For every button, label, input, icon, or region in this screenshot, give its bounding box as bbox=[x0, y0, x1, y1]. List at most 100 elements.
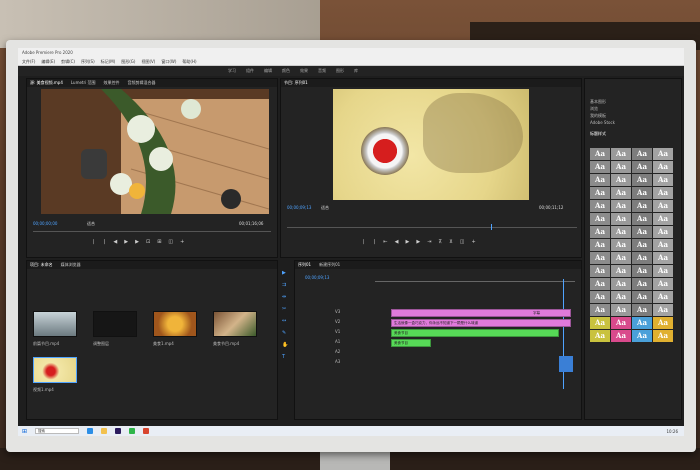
title-style-tile[interactable]: Aa bbox=[611, 174, 631, 186]
type-tool-icon[interactable]: T bbox=[282, 354, 290, 360]
taskbar-search[interactable]: 搜索 bbox=[35, 428, 80, 434]
mark-in-icon[interactable]: ❘ bbox=[361, 239, 365, 245]
title-style-tile[interactable]: Aa bbox=[653, 213, 673, 225]
step-back-icon[interactable]: ◀ bbox=[395, 239, 399, 245]
effect-controls-tab[interactable]: 效果控件 bbox=[104, 79, 120, 87]
title-style-tile[interactable]: Aa bbox=[611, 317, 631, 329]
timeline-tab-2[interactable]: 新建序列01 bbox=[319, 261, 340, 269]
title-style-tile[interactable]: Aa bbox=[611, 213, 631, 225]
mark-in-icon[interactable]: ❘ bbox=[91, 239, 95, 245]
title-style-tile[interactable]: Aa bbox=[611, 278, 631, 290]
source-tab[interactable]: 源: 美食视频.mp4 bbox=[30, 79, 63, 87]
track-header[interactable]: V3 bbox=[335, 309, 340, 314]
title-style-tile[interactable]: Aa bbox=[632, 317, 652, 329]
timeline-clip[interactable]: 美食节目 bbox=[391, 329, 559, 337]
title-style-tile[interactable]: Aa bbox=[653, 200, 673, 212]
media-browser-tab[interactable]: 媒体浏览器 bbox=[61, 261, 81, 269]
project-item-thumb[interactable] bbox=[213, 311, 257, 337]
program-playhead[interactable] bbox=[491, 224, 492, 230]
title-style-tile[interactable]: Aa bbox=[611, 265, 631, 277]
title-style-tile[interactable]: Aa bbox=[590, 200, 610, 212]
hand-tool-icon[interactable]: ✋ bbox=[282, 342, 290, 348]
title-style-tile[interactable]: Aa bbox=[632, 265, 652, 277]
menu-item[interactable]: 视图(V) bbox=[141, 57, 155, 65]
title-style-tile[interactable]: Aa bbox=[611, 226, 631, 238]
ripple-tool-icon[interactable]: ⇹ bbox=[282, 294, 290, 300]
title-style-tile[interactable]: Aa bbox=[632, 304, 652, 316]
graphics-item[interactable]: 基本图形 bbox=[590, 98, 615, 105]
title-style-tile[interactable]: Aa bbox=[632, 213, 652, 225]
title-style-tile[interactable]: Aa bbox=[653, 278, 673, 290]
track-header[interactable]: A1 bbox=[335, 339, 340, 344]
overwrite-icon[interactable]: ⊞ bbox=[157, 239, 161, 245]
title-style-tile[interactable]: Aa bbox=[590, 291, 610, 303]
step-forward-icon[interactable]: ▶ bbox=[135, 239, 139, 245]
premiere-icon[interactable] bbox=[115, 428, 122, 434]
mark-out-icon[interactable]: ❘ bbox=[102, 239, 106, 245]
timeline-tab[interactable]: 序列01 bbox=[298, 261, 311, 269]
source-fit[interactable]: 适合 bbox=[87, 221, 95, 227]
workspace-tab[interactable]: 组件 bbox=[246, 66, 254, 76]
razor-tool-icon[interactable]: ✂ bbox=[282, 306, 290, 312]
add-icon[interactable]: + bbox=[471, 239, 475, 245]
graphics-item[interactable]: Adobe Stock bbox=[590, 119, 615, 126]
timeline-clip[interactable]: 字幕 bbox=[391, 309, 571, 317]
program-fit[interactable]: 适合 bbox=[321, 205, 329, 211]
go-out-icon[interactable]: ⇥ bbox=[427, 239, 431, 245]
workspace-tab[interactable]: 库 bbox=[354, 66, 358, 76]
title-style-tile[interactable]: Aa bbox=[632, 278, 652, 290]
menu-item[interactable]: 标记(M) bbox=[101, 57, 116, 65]
project-item-thumb-selected[interactable] bbox=[33, 357, 77, 383]
workspace-tab[interactable]: 效果 bbox=[300, 66, 308, 76]
office-icon[interactable] bbox=[143, 428, 150, 434]
folder-icon[interactable] bbox=[101, 428, 108, 434]
title-style-tile[interactable]: Aa bbox=[632, 252, 652, 264]
title-style-tile[interactable]: Aa bbox=[653, 161, 673, 173]
lumetri-tab[interactable]: Lumetri 范围 bbox=[71, 79, 96, 87]
menu-item[interactable]: 剪辑(C) bbox=[61, 57, 75, 65]
title-style-tile[interactable]: Aa bbox=[653, 148, 673, 160]
title-style-tile[interactable]: Aa bbox=[611, 330, 631, 342]
export-frame-icon[interactable]: ◫ bbox=[168, 239, 173, 245]
insert-icon[interactable]: ⊡ bbox=[146, 239, 150, 245]
workspace-tab[interactable]: 学习 bbox=[228, 66, 236, 76]
workspace-tab[interactable]: 音频 bbox=[318, 66, 326, 76]
title-style-tile[interactable]: Aa bbox=[611, 200, 631, 212]
go-in-icon[interactable]: ⇤ bbox=[383, 239, 387, 245]
title-style-tile[interactable]: Aa bbox=[653, 317, 673, 329]
title-style-tile[interactable]: Aa bbox=[653, 174, 673, 186]
title-style-tile[interactable]: Aa bbox=[590, 213, 610, 225]
timeline-playhead[interactable] bbox=[563, 279, 564, 389]
export-frame-icon[interactable]: ◫ bbox=[460, 239, 465, 245]
title-style-tile[interactable]: Aa bbox=[590, 174, 610, 186]
track-header[interactable]: V2 bbox=[335, 319, 340, 324]
title-style-tile[interactable]: Aa bbox=[611, 187, 631, 199]
title-style-tile[interactable]: Aa bbox=[632, 239, 652, 251]
time-ruler[interactable] bbox=[375, 281, 575, 282]
title-style-tile[interactable]: Aa bbox=[653, 187, 673, 199]
title-style-tile[interactable]: Aa bbox=[590, 304, 610, 316]
graphics-item[interactable]: 浏览 bbox=[590, 105, 615, 112]
pen-tool-icon[interactable]: ✎ bbox=[282, 330, 290, 336]
title-style-tile[interactable]: Aa bbox=[611, 304, 631, 316]
step-back-icon[interactable]: ◀ bbox=[113, 239, 117, 245]
title-style-tile[interactable]: Aa bbox=[653, 304, 673, 316]
project-tab[interactable]: 项目: 未命名 bbox=[30, 261, 53, 269]
workspace-tab[interactable]: 颜色 bbox=[282, 66, 290, 76]
title-style-tile[interactable]: Aa bbox=[590, 252, 610, 264]
lift-icon[interactable]: ⊼ bbox=[438, 239, 442, 245]
track-header[interactable]: V1 bbox=[335, 329, 340, 334]
title-style-tile[interactable]: Aa bbox=[632, 291, 652, 303]
title-style-tile[interactable]: Aa bbox=[611, 291, 631, 303]
menu-item[interactable]: 序列(S) bbox=[81, 57, 95, 65]
title-style-tile[interactable]: Aa bbox=[653, 265, 673, 277]
timeline-scroll-handle[interactable] bbox=[559, 356, 573, 372]
title-style-tile[interactable]: Aa bbox=[590, 148, 610, 160]
title-style-tile[interactable]: Aa bbox=[632, 174, 652, 186]
title-style-tile[interactable]: Aa bbox=[590, 317, 610, 329]
title-style-tile[interactable]: Aa bbox=[632, 226, 652, 238]
menu-item[interactable]: 文件(F) bbox=[22, 57, 35, 65]
wechat-icon[interactable] bbox=[129, 428, 136, 434]
step-forward-icon[interactable]: ▶ bbox=[416, 239, 420, 245]
extract-icon[interactable]: ⊻ bbox=[449, 239, 453, 245]
